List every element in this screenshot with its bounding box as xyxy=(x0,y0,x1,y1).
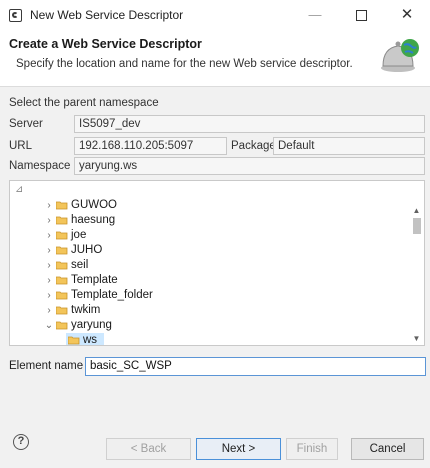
window-title: New Web Service Descriptor xyxy=(30,8,184,22)
tree-item-label: Template xyxy=(71,274,118,286)
wizard-header: Create a Web Service Descriptor Specify … xyxy=(0,30,430,87)
folder-icon xyxy=(56,306,68,315)
tree-item-label: yaryung xyxy=(71,319,112,331)
folder-icon xyxy=(56,231,68,240)
tree-item-label: twkim xyxy=(71,304,101,316)
folder-icon xyxy=(56,291,68,300)
app-icon xyxy=(9,9,22,22)
tree-item-label: Template_folder xyxy=(71,289,153,301)
back-button[interactable]: < Back xyxy=(106,438,191,460)
page-title: Create a Web Service Descriptor xyxy=(9,37,202,51)
tree-item-label: joe xyxy=(71,229,87,241)
chevron-down-icon[interactable]: ⌄ xyxy=(44,318,54,333)
page-description: Specify the location and name for the ne… xyxy=(16,58,353,70)
help-icon[interactable]: ? xyxy=(13,434,29,450)
web-service-icon xyxy=(381,39,419,72)
wizard-content: Select the parent namespace Server IS509… xyxy=(0,87,430,417)
element-name-label: Element name xyxy=(9,360,84,372)
package-label: Package xyxy=(231,140,276,152)
folder-open-icon xyxy=(56,321,68,330)
cancel-button[interactable]: Cancel xyxy=(351,438,424,460)
element-name-input[interactable]: basic_SC_WSP xyxy=(85,357,426,376)
tree-item[interactable]: › seil xyxy=(10,258,405,273)
tree-item[interactable]: › twkim xyxy=(10,303,405,318)
tree-item-label: haesung xyxy=(71,214,116,226)
tree-item-label: JUHO xyxy=(71,244,103,256)
chevron-right-icon[interactable]: › xyxy=(44,303,54,318)
package-field: Default xyxy=(273,137,425,155)
chevron-right-icon[interactable]: › xyxy=(44,258,54,273)
folder-icon xyxy=(68,336,80,345)
url-field: 192.168.110.205:5097 xyxy=(74,137,227,155)
tree-item[interactable]: › joe xyxy=(10,228,405,243)
close-button[interactable]: ✕ xyxy=(384,0,430,30)
next-button[interactable]: Next > xyxy=(196,438,281,460)
folder-icon xyxy=(56,201,68,210)
chevron-right-icon[interactable]: › xyxy=(44,198,54,213)
tree-item[interactable]: › JUHO xyxy=(10,243,405,258)
tree-scrollbar[interactable]: ▲ ▼ xyxy=(410,197,423,345)
tree-item[interactable]: › GUWOO xyxy=(10,198,405,213)
namespace-tree[interactable]: ⊿ › GUWOO › haesung › joe › JUHO › seil … xyxy=(9,180,425,346)
title-bar: New Web Service Descriptor — ✕ xyxy=(0,0,430,30)
scroll-up-icon[interactable]: ▲ xyxy=(410,205,423,217)
maximize-icon xyxy=(355,10,367,22)
url-label: URL xyxy=(9,140,33,152)
server-field: IS5097_dev xyxy=(74,115,425,133)
tree-item-label: GUWOO xyxy=(71,199,117,211)
folder-icon xyxy=(56,261,68,270)
scroll-down-icon[interactable]: ▼ xyxy=(410,333,423,345)
folder-icon xyxy=(56,276,68,285)
tree-item-label: ws xyxy=(83,334,98,346)
wizard-footer: ? < Back Next > Finish Cancel xyxy=(0,417,430,468)
tree-item[interactable]: › Template_folder xyxy=(10,288,405,303)
tree-item-label: seil xyxy=(71,259,89,271)
chevron-right-icon[interactable]: › xyxy=(44,228,54,243)
tree-item[interactable]: ⌄ yaryung xyxy=(10,318,405,333)
chevron-right-icon[interactable]: › xyxy=(44,273,54,288)
namespace-label: Namespace xyxy=(9,160,71,172)
folder-icon xyxy=(56,246,68,255)
folder-icon xyxy=(56,216,68,225)
minimize-button[interactable]: — xyxy=(292,0,338,30)
finish-button[interactable]: Finish xyxy=(286,438,338,460)
chevron-right-icon[interactable]: › xyxy=(44,243,54,258)
scroll-thumb[interactable] xyxy=(413,218,421,234)
tree-item[interactable]: › Template xyxy=(10,273,405,288)
namespace-field: yaryung.ws xyxy=(74,157,425,175)
maximize-button[interactable] xyxy=(338,0,384,30)
tree-item[interactable]: › haesung xyxy=(10,213,405,228)
chevron-right-icon[interactable]: › xyxy=(44,288,54,303)
tree-item-selected[interactable]: ws xyxy=(10,333,405,346)
collapse-all-icon[interactable]: ⊿ xyxy=(15,184,27,195)
chevron-right-icon[interactable]: › xyxy=(44,213,54,228)
server-label: Server xyxy=(9,118,43,130)
parent-namespace-label: Select the parent namespace xyxy=(9,97,159,109)
